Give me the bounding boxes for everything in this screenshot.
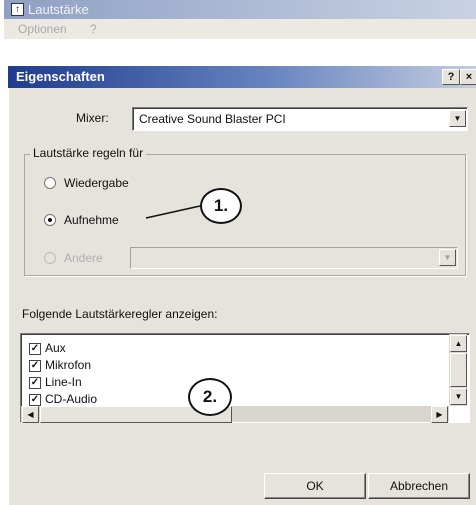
scroll-up-icon[interactable]: ▲ — [450, 335, 467, 352]
controls-section-label: Folgende Lautstärkeregler anzeigen: — [22, 307, 218, 321]
checkbox-line-in-label: Line-In — [45, 375, 82, 389]
controls-listbox[interactable]: ✓ Aux ✓ Mikrofon ✓ Line-In ✓ CD-Audio ▲ … — [20, 333, 470, 423]
scroll-right-icon[interactable]: ▶ — [431, 406, 448, 423]
checkbox-aux-label: Aux — [45, 341, 66, 355]
checkbox-line-in[interactable]: ✓ — [29, 377, 41, 389]
cancel-button[interactable]: Abbrechen — [368, 473, 470, 499]
callout-1-leader — [105, 205, 201, 412]
checkbox-mikrofon-label: Mikrofon — [45, 358, 92, 372]
callout-1: 1. — [200, 188, 242, 224]
horizontal-scrollbar[interactable]: ◀ ▶ — [21, 406, 449, 423]
callout-2: 2. — [188, 378, 232, 416]
checkbox-aux[interactable]: ✓ — [29, 343, 41, 355]
checkbox-cd-audio[interactable]: ✓ — [29, 394, 41, 406]
checkbox-mikrofon[interactable]: ✓ — [29, 360, 41, 372]
checkbox-cd-audio-label: CD-Audio — [45, 392, 98, 406]
vertical-scroll-thumb[interactable] — [450, 353, 467, 387]
scroll-left-icon[interactable]: ◀ — [22, 406, 39, 423]
ok-button[interactable]: OK — [264, 473, 366, 499]
scroll-down-icon[interactable]: ▼ — [450, 388, 467, 405]
vertical-scrollbar[interactable]: ▲ ▼ — [449, 334, 467, 406]
